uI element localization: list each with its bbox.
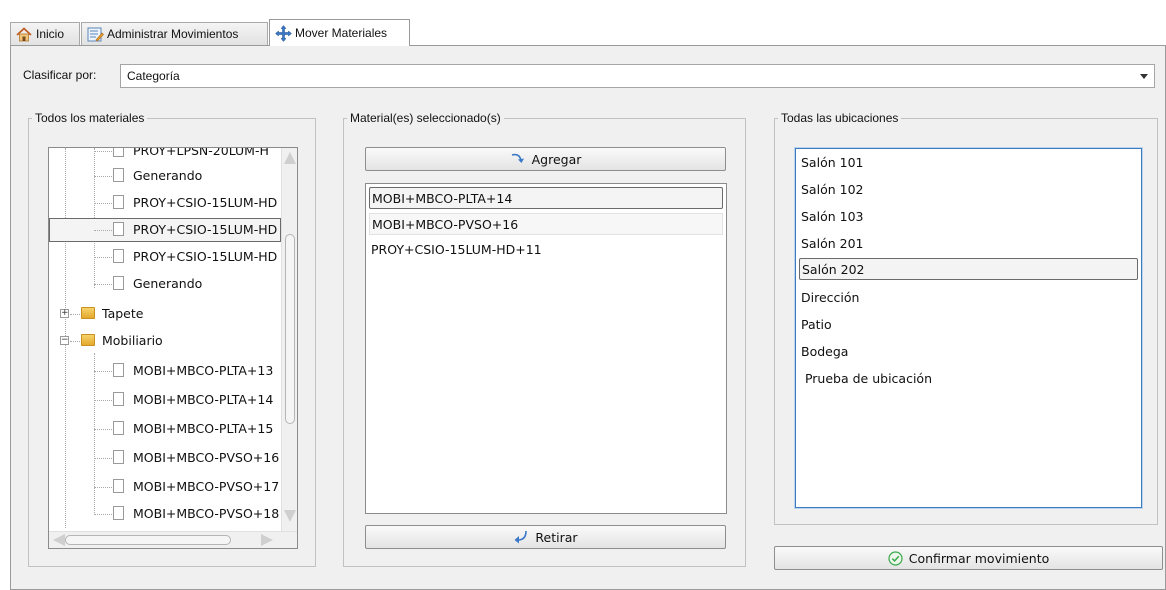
location-item[interactable]: Patio — [799, 314, 1138, 336]
location-item[interactable]: Dirección — [799, 287, 1138, 309]
tree-horizontal-scrollbar[interactable] — [49, 531, 297, 548]
classify-label: Clasificar por: — [23, 68, 97, 82]
tree-folder-mobiliario[interactable]: − Mobiliario — [49, 329, 281, 353]
tree-item[interactable]: Generando — [49, 164, 281, 188]
tree-item[interactable]: MOBI+MBCO-PLTA+15 — [49, 417, 281, 441]
scroll-left-icon[interactable] — [53, 534, 65, 546]
list-item[interactable]: PROY+CSIO-15LUM-HD+11 — [369, 239, 723, 261]
tree-item[interactable]: MOBI+MBCO-PVSO+17 — [49, 475, 281, 499]
tree-item[interactable]: MOBI+MBCO-PVSO+16 — [49, 446, 281, 470]
tree-item[interactable]: PROY+CSIO-15LUM-HD — [49, 245, 281, 269]
tree-item[interactable]: PROY+CSIO-15LUM-HD — [49, 191, 281, 215]
file-icon — [113, 222, 124, 236]
location-item-selected[interactable]: Salón 202 — [799, 258, 1138, 280]
file-icon — [113, 148, 124, 157]
arrow-return-left-icon — [513, 530, 529, 544]
file-icon — [113, 421, 124, 435]
location-item[interactable]: Salón 201 — [799, 233, 1138, 255]
file-icon — [113, 392, 124, 406]
remove-button[interactable]: Retirar — [365, 525, 726, 549]
tab-label: Inicio — [36, 27, 65, 41]
folder-icon — [81, 334, 95, 346]
file-icon — [113, 506, 124, 520]
location-item[interactable]: Prueba de ubicación — [799, 368, 1138, 390]
tree-item[interactable]: PROY+LPSN-20LUM-H — [49, 148, 281, 163]
tab-inicio[interactable]: Inicio — [10, 22, 80, 45]
scroll-down-icon[interactable] — [284, 510, 296, 522]
file-icon — [113, 168, 124, 182]
tree-item[interactable]: MOBI+MBCO-PVSO+18 — [49, 502, 281, 526]
file-icon — [113, 450, 124, 464]
file-icon — [113, 363, 124, 377]
confirm-move-button[interactable]: Confirmar movimiento — [774, 546, 1163, 570]
add-button-label: Agregar — [531, 151, 582, 167]
tree-folder-tapete[interactable]: + Tapete — [49, 302, 281, 326]
location-item[interactable]: Salón 103 — [799, 206, 1138, 228]
chevron-down-icon — [1140, 74, 1148, 79]
tab-administrar-movimientos[interactable]: Administrar Movimientos — [81, 22, 268, 45]
confirm-move-label: Confirmar movimiento — [908, 550, 1050, 566]
home-icon — [15, 26, 33, 42]
file-icon — [113, 249, 124, 263]
tree-item-selected[interactable]: PROY+CSIO-15LUM-HD — [49, 218, 281, 242]
tab-label: Mover Materiales — [295, 26, 388, 40]
tree-item[interactable]: MOBI+MBCO-PLTA+13 — [49, 359, 281, 383]
location-item[interactable]: Bodega — [799, 341, 1138, 363]
scroll-thumb[interactable] — [65, 535, 231, 545]
tree-item[interactable]: MOBI+MBCO-PLTA+14 — [49, 388, 281, 412]
edit-list-icon — [86, 26, 104, 42]
tree-item[interactable]: Generando — [49, 272, 281, 296]
scroll-right-icon[interactable] — [261, 534, 273, 546]
locations-legend: Todas las ubicaciones — [781, 111, 899, 125]
check-circle-icon — [888, 550, 903, 566]
arrow-turn-down-right-icon — [510, 152, 526, 166]
materials-tree[interactable]: PROY+LPSN-20LUM-H Generando PROY+CSIO-15… — [48, 147, 298, 549]
selected-materials-legend: Material(es) seleccionado(s) — [350, 111, 501, 125]
list-item[interactable]: MOBI+MBCO-PLTA+14 — [369, 187, 723, 209]
location-item[interactable]: Salón 102 — [799, 179, 1138, 201]
scroll-up-icon[interactable] — [284, 152, 296, 164]
tab-mover-materiales[interactable]: Mover Materiales — [269, 19, 410, 46]
tab-label: Administrar Movimientos — [107, 27, 239, 41]
file-icon — [113, 195, 124, 209]
locations-list[interactable]: Salón 101 Salón 102 Salón 103 Salón 201 … — [795, 148, 1142, 508]
folder-icon — [81, 307, 95, 319]
remove-button-label: Retirar — [535, 529, 578, 545]
scroll-thumb[interactable] — [285, 234, 295, 424]
file-icon — [113, 479, 124, 493]
move-arrows-icon — [274, 24, 292, 42]
materials-legend: Todos los materiales — [35, 111, 145, 125]
tree-vertical-scrollbar[interactable] — [281, 148, 297, 532]
selected-materials-list[interactable]: MOBI+MBCO-PLTA+14 MOBI+MBCO-PVSO+16 PROY… — [365, 183, 727, 514]
add-button[interactable]: Agregar — [365, 147, 726, 171]
file-icon — [113, 276, 124, 290]
expand-icon[interactable]: + — [60, 309, 69, 318]
classify-value: Categoría — [127, 69, 180, 83]
location-item[interactable]: Salón 101 — [799, 152, 1138, 174]
collapse-icon[interactable]: − — [60, 336, 69, 345]
classify-select[interactable]: Categoría — [120, 64, 1155, 88]
list-item[interactable]: MOBI+MBCO-PVSO+16 — [369, 213, 723, 235]
